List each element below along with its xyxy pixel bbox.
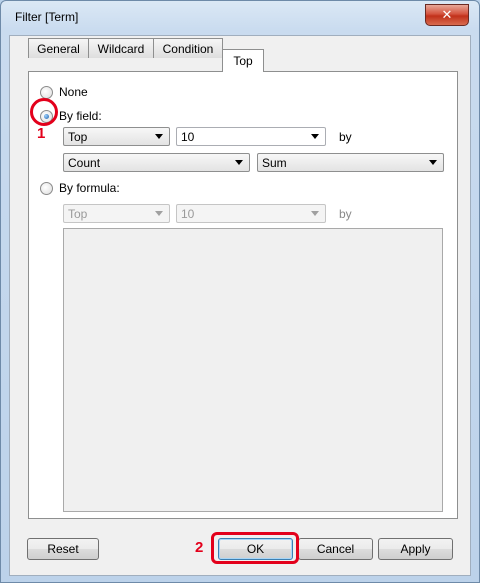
select-value: 10 <box>181 207 195 221</box>
formula-editor <box>63 228 443 512</box>
by-formula-count-combo: 10 <box>176 204 326 223</box>
by-label: by <box>339 207 352 221</box>
by-field-aggregation-select[interactable]: Sum <box>257 153 444 172</box>
chevron-down-icon <box>311 134 319 139</box>
annotation-number-1: 1 <box>37 125 46 142</box>
window-title: Filter [Term] <box>15 10 79 24</box>
select-value: Top <box>68 130 88 144</box>
select-value: 10 <box>181 130 195 144</box>
annotation-number-2: 2 <box>195 539 204 556</box>
tab-label: Wildcard <box>97 41 145 56</box>
select-value: Count <box>68 156 101 170</box>
annotation-rect-step2 <box>211 532 299 564</box>
by-field-label: By field: <box>59 109 102 123</box>
close-button[interactable]: ✕ <box>425 4 469 26</box>
dialog-client-area: General Wildcard Condition Top None By f… <box>9 35 471 576</box>
select-value: Sum <box>262 156 287 170</box>
select-value: Top <box>68 207 88 221</box>
chevron-down-icon <box>155 211 163 216</box>
button-label: Reset <box>47 542 79 556</box>
tab-top[interactable]: Top <box>222 49 264 72</box>
by-formula-direction-select: Top <box>63 204 170 223</box>
chevron-down-icon <box>235 160 243 165</box>
by-field-count-combo[interactable]: 10 <box>176 127 326 146</box>
by-formula-radio[interactable] <box>40 182 53 195</box>
chevron-down-icon <box>429 160 437 165</box>
tab-label: General <box>37 41 80 56</box>
none-label: None <box>59 85 88 99</box>
by-formula-label: By formula: <box>59 181 120 195</box>
cancel-button[interactable]: Cancel <box>298 538 373 560</box>
by-label: by <box>339 130 352 144</box>
by-field-field-select[interactable]: Count <box>63 153 250 172</box>
reset-button[interactable]: Reset <box>27 538 99 560</box>
by-field-direction-select[interactable]: Top <box>63 127 170 146</box>
chevron-down-icon <box>155 134 163 139</box>
top-tab-panel: None By field: Top 10 by Count Sum By fo… <box>28 71 458 519</box>
button-label: Apply <box>400 542 431 556</box>
chevron-down-icon <box>311 211 319 216</box>
filter-dialog: Filter [Term] ✕ General Wildcard Conditi… <box>0 0 480 583</box>
tab-general[interactable]: General <box>28 38 89 58</box>
annotation-circle-step1 <box>30 98 58 126</box>
tab-condition[interactable]: Condition <box>153 38 223 58</box>
apply-button[interactable]: Apply <box>378 538 453 560</box>
button-label: Cancel <box>316 542 355 556</box>
tab-wildcard[interactable]: Wildcard <box>88 38 154 58</box>
close-icon: ✕ <box>441 7 453 23</box>
tab-label: Top <box>233 54 253 68</box>
tab-label: Condition <box>162 41 214 56</box>
title-bar[interactable]: Filter [Term] ✕ <box>1 1 479 35</box>
